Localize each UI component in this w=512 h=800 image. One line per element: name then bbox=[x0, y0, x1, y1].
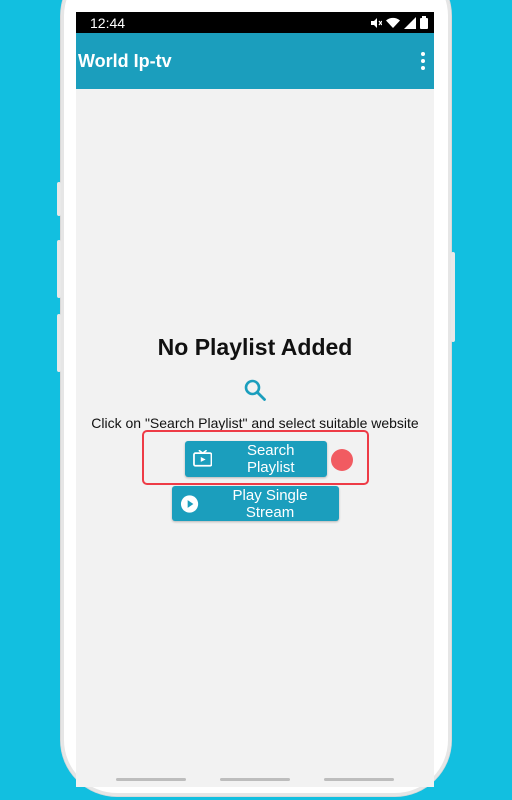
search-playlist-label: Search Playlist bbox=[246, 442, 295, 476]
empty-state-hint: Click on "Search Playlist" and select su… bbox=[91, 415, 419, 431]
volume-down-button bbox=[57, 314, 61, 372]
play-single-stream-label: Play Single Stream bbox=[232, 486, 308, 521]
tap-indicator-dot bbox=[331, 449, 353, 471]
status-icons bbox=[370, 16, 428, 29]
nav-bar-home[interactable] bbox=[220, 778, 290, 781]
side-button bbox=[57, 182, 61, 216]
play-circle-icon bbox=[180, 494, 199, 513]
battery-icon bbox=[420, 16, 428, 29]
app-title: World Ip-tv bbox=[78, 50, 172, 71]
signal-icon bbox=[404, 16, 416, 29]
empty-state-title: No Playlist Added bbox=[157, 334, 353, 360]
app-bar: World Ip-tv bbox=[76, 33, 434, 89]
power-button bbox=[451, 252, 455, 342]
phone-screen: 12:44 World Ip-tv No Playlist Added Clic… bbox=[76, 12, 434, 787]
nav-bar-back[interactable] bbox=[324, 778, 394, 781]
status-time: 12:44 bbox=[90, 14, 126, 31]
wifi-icon bbox=[386, 17, 400, 28]
nav-bar-recents[interactable] bbox=[116, 778, 186, 781]
volume-up-button bbox=[57, 240, 61, 298]
status-bar: 12:44 bbox=[76, 12, 434, 33]
play-single-stream-button[interactable]: Play Single Stream bbox=[172, 486, 339, 521]
more-vert-icon[interactable] bbox=[418, 50, 428, 72]
search-icon bbox=[244, 379, 266, 401]
tv-icon bbox=[193, 450, 213, 467]
mute-icon bbox=[371, 17, 382, 28]
search-playlist-button[interactable]: Search Playlist bbox=[185, 441, 327, 477]
